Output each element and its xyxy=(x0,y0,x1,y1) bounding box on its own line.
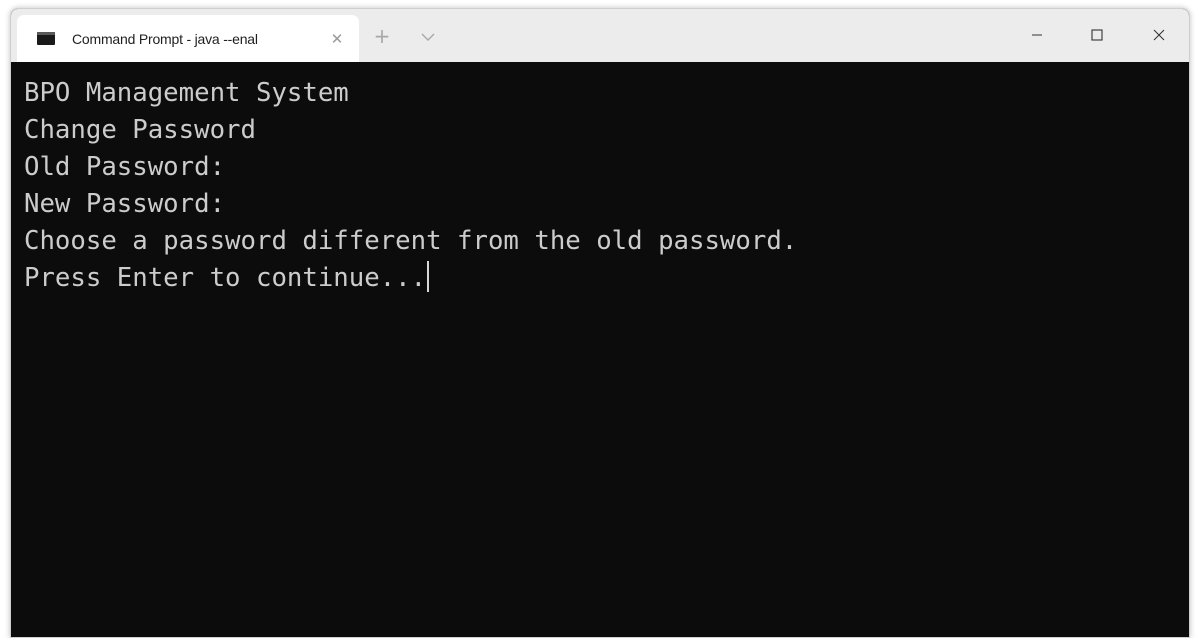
terminal-line: New Password: xyxy=(24,189,226,219)
tab-title: Command Prompt - java --enal xyxy=(72,30,258,47)
terminal-output[interactable]: BPO Management System Change Password Ol… xyxy=(11,62,1189,637)
new-tab-button[interactable]: + xyxy=(371,25,393,47)
chevron-down-icon[interactable] xyxy=(417,27,439,47)
maximize-button[interactable] xyxy=(1077,19,1117,51)
terminal-line-text: Press Enter to continue... xyxy=(24,263,427,293)
terminal-icon xyxy=(37,32,55,45)
title-bar[interactable]: Command Prompt - java --enal ✕ + xyxy=(11,9,1189,62)
tab-command-prompt[interactable]: Command Prompt - java --enal ✕ xyxy=(17,15,359,62)
terminal-line: Choose a password different from the old… xyxy=(24,226,798,256)
minimize-button[interactable] xyxy=(1017,19,1057,51)
terminal-line: BPO Management System xyxy=(24,78,349,108)
minimize-icon xyxy=(1032,34,1042,36)
tab-close-icon[interactable]: ✕ xyxy=(327,29,347,49)
terminal-window: Command Prompt - java --enal ✕ + BPO Man… xyxy=(10,8,1190,638)
close-button[interactable] xyxy=(1139,19,1179,51)
text-cursor xyxy=(427,261,430,292)
maximize-icon xyxy=(1091,29,1103,41)
terminal-line: Old Password: xyxy=(24,152,226,182)
terminal-line: Change Password xyxy=(24,115,256,145)
terminal-prompt-line: Press Enter to continue... xyxy=(24,260,1189,297)
close-icon xyxy=(1153,29,1165,41)
